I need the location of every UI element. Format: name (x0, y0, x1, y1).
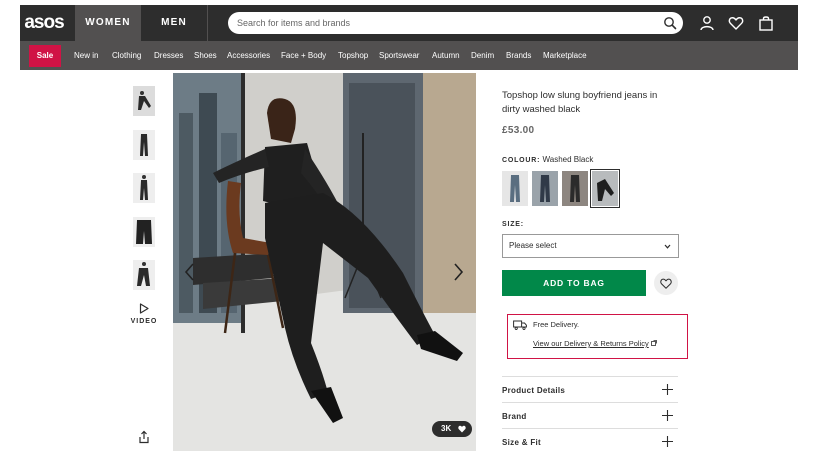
play-icon (139, 303, 149, 314)
model-photo (173, 73, 476, 451)
accordion-label: Product Details (502, 386, 566, 395)
colour-info: COLOUR: Washed Black (502, 155, 593, 164)
nav-item-topshop[interactable]: Topshop (338, 41, 368, 70)
heart-icon (660, 278, 672, 289)
category-nav: Sale New in Clothing Dresses Shoes Acces… (20, 41, 798, 70)
nav-item-shoes[interactable]: Shoes (194, 41, 217, 70)
delivery-returns-link[interactable]: View our Delivery & Returns Policy (533, 339, 657, 348)
plus-icon (662, 384, 673, 395)
tab-men[interactable]: MEN (141, 5, 207, 41)
product-price: £53.00 (502, 125, 535, 136)
product-thumbnail[interactable] (133, 86, 155, 116)
size-select[interactable]: Please select (502, 234, 679, 258)
delivery-returns-link-label: View our Delivery & Returns Policy (533, 339, 649, 348)
size-label: SIZE: (502, 221, 524, 228)
nav-item-brands[interactable]: Brands (506, 41, 531, 70)
tab-women[interactable]: WOMEN (75, 5, 141, 41)
heart-icon (458, 425, 466, 433)
saved-items-heart-icon[interactable] (728, 15, 744, 31)
delivery-info-box: Free Delivery. View our Delivery & Retur… (507, 314, 688, 359)
plus-icon (662, 410, 673, 421)
nav-item-dresses[interactable]: Dresses (154, 41, 183, 70)
video-label: VIDEO (130, 318, 158, 325)
product-thumbnail[interactable] (133, 217, 155, 247)
colour-swatch[interactable] (532, 171, 558, 206)
colour-value: Washed Black (542, 155, 594, 164)
search-icon[interactable] (663, 16, 677, 30)
plus-icon (662, 436, 673, 447)
add-to-bag-button[interactable]: ADD TO BAG (502, 270, 646, 296)
external-link-icon (650, 340, 657, 346)
nav-item-face-body[interactable]: Face + Body (281, 41, 326, 70)
bag-icon[interactable] (758, 15, 774, 31)
accordion-label: Size & Fit (502, 438, 542, 447)
nav-item-clothing[interactable]: Clothing (112, 41, 141, 70)
chevron-left-icon[interactable] (183, 262, 197, 282)
colour-swatch[interactable] (562, 171, 588, 206)
product-thumbnail[interactable] (133, 130, 155, 160)
colour-label: COLOUR: (502, 157, 541, 164)
search-input[interactable] (228, 12, 683, 34)
free-delivery-text: Free Delivery. (533, 320, 580, 329)
share-icon[interactable] (137, 430, 151, 444)
truck-icon (513, 320, 527, 330)
product-thumbnail[interactable] (133, 260, 155, 290)
accordion-size-fit[interactable]: Size & Fit (502, 428, 678, 454)
chevron-down-icon (664, 244, 671, 249)
product-title: Topshop low slung boyfriend jeans in dir… (502, 90, 658, 115)
nav-item-autumn[interactable]: Autumn (432, 41, 460, 70)
asos-logo[interactable]: asos (22, 8, 66, 38)
accordion-brand[interactable]: Brand (502, 402, 678, 428)
nav-item-sportswear[interactable]: Sportswear (379, 41, 419, 70)
colour-swatch-selected[interactable] (590, 169, 620, 208)
likes-count: 3K (441, 424, 452, 433)
tab-divider (207, 5, 208, 41)
product-main-image (173, 73, 476, 451)
save-for-later-button[interactable] (654, 271, 678, 295)
nav-item-marketplace[interactable]: Marketplace (543, 41, 587, 70)
likes-counter[interactable]: 3K (432, 421, 472, 437)
nav-item-sale[interactable]: Sale (29, 45, 61, 67)
nav-item-denim[interactable]: Denim (471, 41, 494, 70)
accordion-product-details[interactable]: Product Details (502, 376, 678, 402)
size-select-value: Please select (509, 241, 557, 250)
video-button[interactable]: VIDEO (128, 303, 160, 325)
chevron-right-icon[interactable] (451, 262, 465, 282)
top-header: asos WOMEN MEN (20, 5, 798, 41)
account-icon[interactable] (699, 15, 715, 31)
colour-swatch[interactable] (502, 171, 528, 206)
nav-item-new-in[interactable]: New in (74, 41, 98, 70)
product-thumbnail[interactable] (133, 173, 155, 203)
accordion-label: Brand (502, 412, 527, 421)
nav-item-accessories[interactable]: Accessories (227, 41, 270, 70)
